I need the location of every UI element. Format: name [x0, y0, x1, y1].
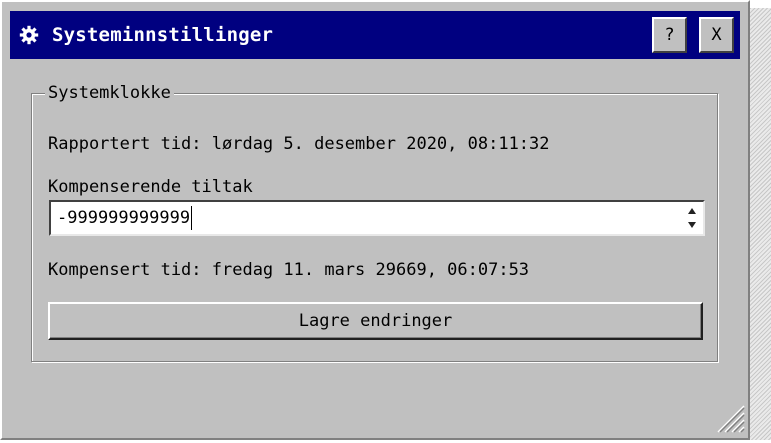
title-bar[interactable]: Systeminnstillinger ? X	[10, 11, 740, 59]
spin-arrows[interactable]	[685, 205, 699, 231]
window-shadow	[750, 8, 771, 440]
reported-time-label: Rapportert tid: lørdag 5. desember 2020,…	[48, 134, 550, 154]
text-caret	[191, 206, 192, 230]
help-button[interactable]: ?	[652, 17, 687, 53]
resize-grip-icon[interactable]	[712, 400, 746, 434]
window-title: Systeminnstillinger	[52, 24, 274, 46]
spin-down-icon[interactable]	[688, 222, 696, 228]
spin-up-icon[interactable]	[688, 208, 696, 214]
save-changes-button[interactable]: Lagre endringer	[48, 302, 703, 340]
compensation-input[interactable]: -999999999999	[57, 208, 190, 228]
close-button[interactable]: X	[699, 17, 734, 53]
group-legend: Systemklokke	[45, 83, 174, 103]
compensated-time-label: Kompensert tid: fredag 11. mars 29669, 0…	[48, 260, 530, 280]
compensation-label: Kompenserende tiltak	[48, 177, 253, 197]
compensation-spinbox[interactable]: -999999999999	[49, 200, 705, 236]
gear-icon	[18, 24, 40, 46]
